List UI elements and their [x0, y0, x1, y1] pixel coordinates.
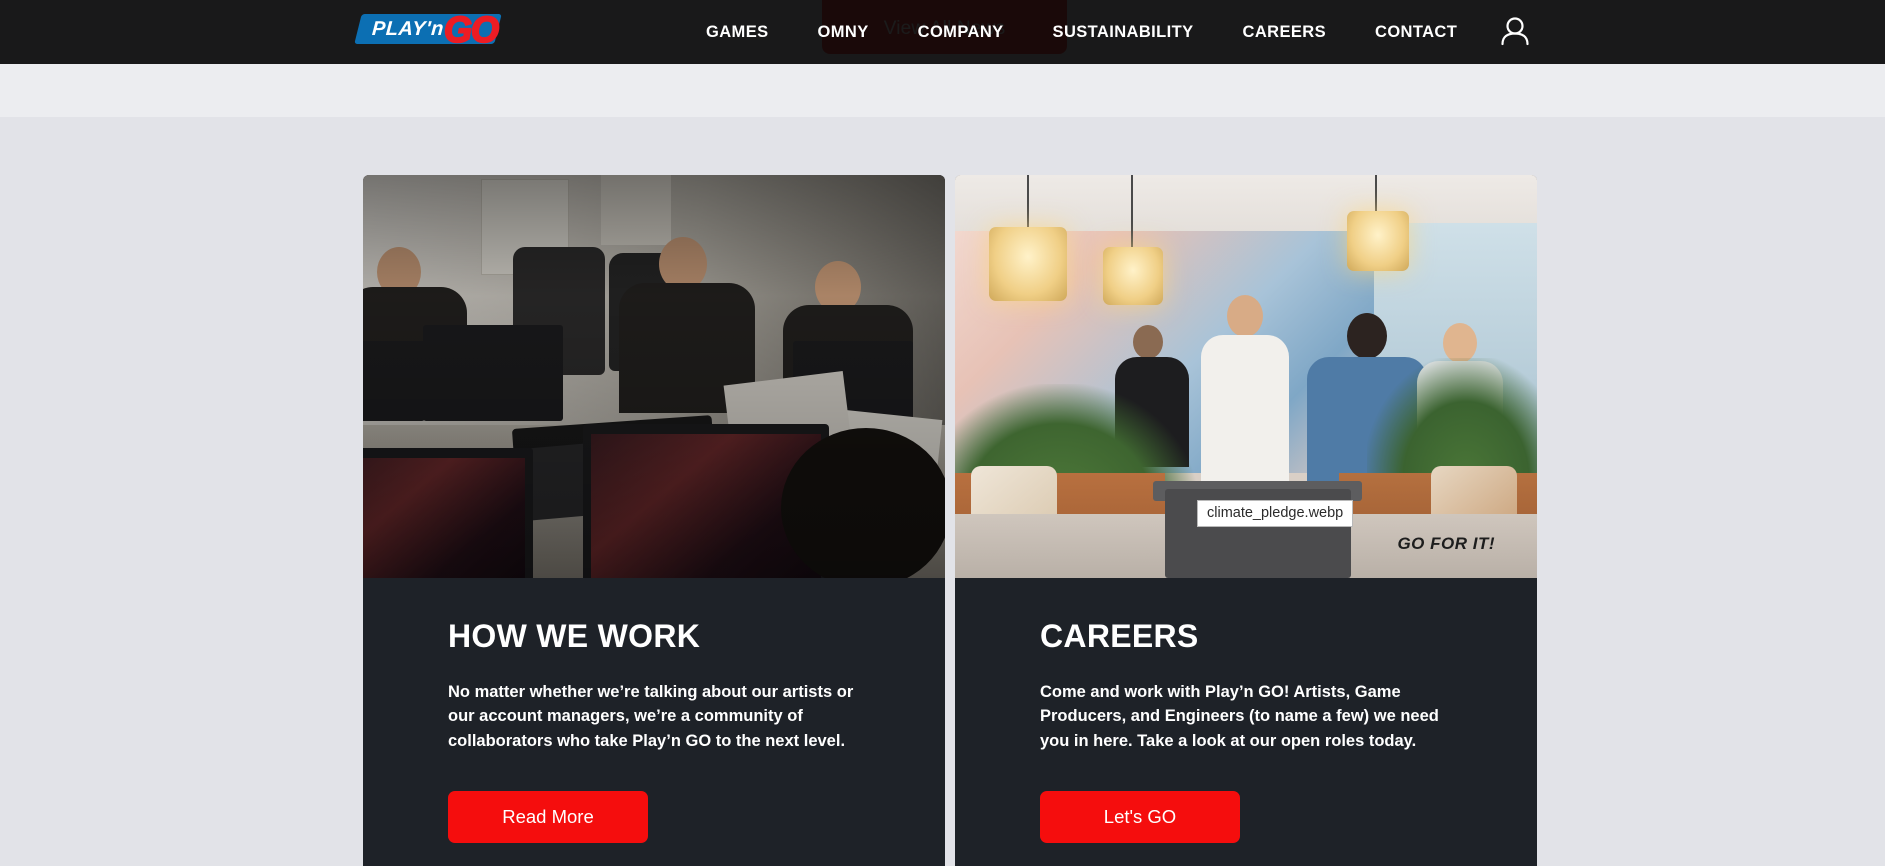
office-workstations-photo [363, 175, 945, 578]
card-body-how-we-work: HOW WE WORK No matter whether we’re talk… [363, 578, 945, 844]
site-header: PLAY'n GO GAMES OMNY COMPANY SUSTAINABIL… [0, 0, 1885, 64]
lets-go-button[interactable]: Let's GO [1040, 791, 1240, 844]
nav-games[interactable]: GAMES [706, 23, 769, 42]
user-account-icon[interactable] [1493, 10, 1537, 54]
nav-careers[interactable]: CAREERS [1243, 23, 1326, 42]
nav-sustainability[interactable]: SUSTAINABILITY [1053, 23, 1194, 42]
content-cards: HOW WE WORK No matter whether we’re talk… [363, 175, 1537, 866]
nav-company[interactable]: COMPANY [918, 23, 1004, 42]
card-description: Come and work with Play’n GO! Artists, G… [1040, 683, 1439, 750]
card-body-careers: CAREERS Come and work with Play’n GO! Ar… [955, 578, 1537, 844]
card-title: HOW WE WORK [448, 618, 701, 654]
logo-playn-text: PLAY'n [371, 18, 445, 40]
logo-go-text: GO [443, 8, 500, 51]
card-description: No matter whether we’re talking about ou… [448, 683, 854, 750]
image-filename-tooltip: climate_pledge.webp [1197, 500, 1354, 527]
main-navigation: GAMES OMNY COMPANY SUSTAINABILITY CAREER… [706, 0, 1457, 64]
go-for-it-overlay: GO FOR IT! [1397, 534, 1495, 553]
playn-go-logo[interactable]: PLAY'n GO [354, 7, 528, 51]
nav-omny[interactable]: OMNY [818, 23, 869, 42]
nav-contact[interactable]: CONTACT [1375, 23, 1457, 42]
page-band-upper [0, 64, 1885, 117]
read-more-button[interactable]: Read More [448, 791, 648, 844]
card-how-we-work: HOW WE WORK No matter whether we’re talk… [363, 175, 945, 866]
card-title: CAREERS [1040, 618, 1199, 654]
